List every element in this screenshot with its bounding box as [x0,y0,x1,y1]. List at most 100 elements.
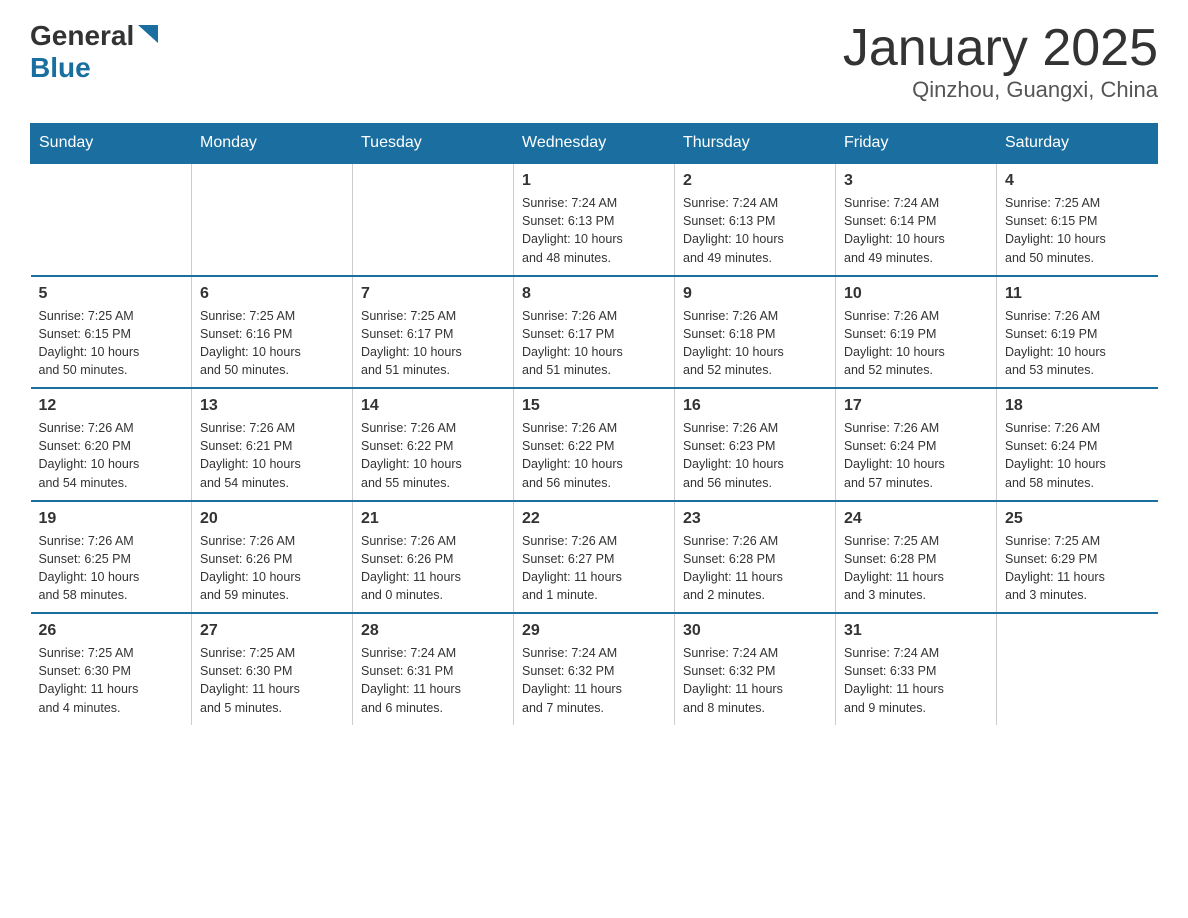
calendar-week-row: 26Sunrise: 7:25 AMSunset: 6:30 PMDayligh… [31,613,1158,725]
calendar-cell: 31Sunrise: 7:24 AMSunset: 6:33 PMDayligh… [836,613,997,725]
day-info: Sunrise: 7:26 AMSunset: 6:18 PMDaylight:… [683,307,827,380]
logo: General Blue [30,20,158,84]
calendar-cell: 19 Sunrise: 7:26 AMSunset: 6:25 PMDayligh… [31,501,192,614]
day-info: Sunrise: 7:26 AMSunset: 6:17 PMDaylight:… [522,307,666,380]
col-thursday: Thursday [675,124,836,164]
calendar-cell: 29 Sunrise: 7:24 AMSunset: 6:32 PMDayligh… [514,613,675,725]
day-number: 23 [683,510,827,528]
page-header: General Blue January 2025 Qinzhou, Guang… [30,20,1158,103]
day-info: Sunrise: 7:26 AMSunset: 6:26 PMDaylight:… [200,532,344,605]
calendar-cell: 10 Sunrise: 7:26 AMSunset: 6:19 PMDayligh… [836,276,997,389]
calendar-week-row: 12 Sunrise: 7:26 AMSunset: 6:20 PMDayligh… [31,388,1158,501]
day-info: Sunrise: 7:26 AMSunset: 6:19 PMDaylight:… [844,307,988,380]
day-number: 27 [200,622,344,640]
day-info: Sunrise: 7:26 AMSunset: 6:21 PMDaylight:… [200,419,344,492]
calendar-week-row: 5Sunrise: 7:25 AMSunset: 6:15 PMDaylight… [31,276,1158,389]
calendar-cell: 24 Sunrise: 7:25 AMSunset: 6:28 PMDayligh… [836,501,997,614]
day-number: 19 [39,510,184,528]
calendar-cell [997,613,1158,725]
day-number: 1 [522,172,666,190]
day-info: Sunrise: 7:26 AMSunset: 6:19 PMDaylight:… [1005,307,1150,380]
day-number: 21 [361,510,505,528]
day-number: 12 [39,397,184,415]
calendar-table: Sunday Monday Tuesday Wednesday Thursday… [30,123,1158,725]
day-info: Sunrise: 7:25 AMSunset: 6:29 PMDaylight:… [1005,532,1150,605]
day-info: Sunrise: 7:26 AMSunset: 6:24 PMDaylight:… [1005,419,1150,492]
calendar-cell: 6Sunrise: 7:25 AMSunset: 6:16 PMDaylight… [192,276,353,389]
calendar-cell: 14Sunrise: 7:26 AMSunset: 6:22 PMDayligh… [353,388,514,501]
calendar-cell [31,163,192,276]
day-number: 30 [683,622,827,640]
day-number: 9 [683,285,827,303]
day-info: Sunrise: 7:26 AMSunset: 6:22 PMDaylight:… [522,419,666,492]
day-info: Sunrise: 7:24 AMSunset: 6:13 PMDaylight:… [683,194,827,267]
calendar-title: January 2025 [843,20,1158,77]
col-monday: Monday [192,124,353,164]
day-number: 16 [683,397,827,415]
day-info: Sunrise: 7:24 AMSunset: 6:32 PMDaylight:… [522,644,666,717]
day-number: 18 [1005,397,1150,415]
logo-blue-text: Blue [30,52,91,83]
calendar-cell: 27 Sunrise: 7:25 AMSunset: 6:30 PMDayligh… [192,613,353,725]
col-tuesday: Tuesday [353,124,514,164]
day-number: 11 [1005,285,1150,303]
day-number: 28 [361,622,505,640]
calendar-cell: 12 Sunrise: 7:26 AMSunset: 6:20 PMDayligh… [31,388,192,501]
day-info: Sunrise: 7:26 AMSunset: 6:28 PMDaylight:… [683,532,827,605]
day-info: Sunrise: 7:26 AMSunset: 6:23 PMDaylight:… [683,419,827,492]
calendar-cell: 17Sunrise: 7:26 AMSunset: 6:24 PMDayligh… [836,388,997,501]
day-info: Sunrise: 7:26 AMSunset: 6:25 PMDaylight:… [39,532,184,605]
day-number: 6 [200,285,344,303]
day-info: Sunrise: 7:25 AMSunset: 6:28 PMDaylight:… [844,532,988,605]
calendar-cell: 18 Sunrise: 7:26 AMSunset: 6:24 PMDayligh… [997,388,1158,501]
calendar-cell: 28 Sunrise: 7:24 AMSunset: 6:31 PMDayligh… [353,613,514,725]
day-info: Sunrise: 7:24 AMSunset: 6:14 PMDaylight:… [844,194,988,267]
day-info: Sunrise: 7:26 AMSunset: 6:27 PMDaylight:… [522,532,666,605]
calendar-cell: 16 Sunrise: 7:26 AMSunset: 6:23 PMDayligh… [675,388,836,501]
day-number: 20 [200,510,344,528]
col-friday: Friday [836,124,997,164]
col-saturday: Saturday [997,124,1158,164]
title-block: January 2025 Qinzhou, Guangxi, China [843,20,1158,103]
calendar-week-row: 1 Sunrise: 7:24 AMSunset: 6:13 PMDaylight… [31,163,1158,276]
day-number: 24 [844,510,988,528]
calendar-header-row: Sunday Monday Tuesday Wednesday Thursday… [31,124,1158,164]
day-number: 2 [683,172,827,190]
calendar-cell: 1 Sunrise: 7:24 AMSunset: 6:13 PMDaylight… [514,163,675,276]
calendar-cell: 11 Sunrise: 7:26 AMSunset: 6:19 PMDayligh… [997,276,1158,389]
day-info: Sunrise: 7:25 AMSunset: 6:17 PMDaylight:… [361,307,505,380]
calendar-cell: 3Sunrise: 7:24 AMSunset: 6:14 PMDaylight… [836,163,997,276]
calendar-cell: 5Sunrise: 7:25 AMSunset: 6:15 PMDaylight… [31,276,192,389]
calendar-cell: 30 Sunrise: 7:24 AMSunset: 6:32 PMDayligh… [675,613,836,725]
logo-general-text: General [30,20,134,52]
col-sunday: Sunday [31,124,192,164]
day-number: 15 [522,397,666,415]
calendar-cell: 13 Sunrise: 7:26 AMSunset: 6:21 PMDayligh… [192,388,353,501]
day-number: 10 [844,285,988,303]
day-number: 8 [522,285,666,303]
day-number: 29 [522,622,666,640]
day-info: Sunrise: 7:25 AMSunset: 6:30 PMDaylight:… [200,644,344,717]
day-number: 5 [39,285,184,303]
day-info: Sunrise: 7:24 AMSunset: 6:33 PMDaylight:… [844,644,988,717]
day-info: Sunrise: 7:24 AMSunset: 6:13 PMDaylight:… [522,194,666,267]
calendar-cell: 4Sunrise: 7:25 AMSunset: 6:15 PMDaylight… [997,163,1158,276]
day-info: Sunrise: 7:25 AMSunset: 6:30 PMDaylight:… [39,644,184,717]
calendar-cell: 8 Sunrise: 7:26 AMSunset: 6:17 PMDaylight… [514,276,675,389]
day-number: 13 [200,397,344,415]
day-info: Sunrise: 7:24 AMSunset: 6:31 PMDaylight:… [361,644,505,717]
day-number: 25 [1005,510,1150,528]
day-number: 7 [361,285,505,303]
calendar-cell: 15 Sunrise: 7:26 AMSunset: 6:22 PMDayligh… [514,388,675,501]
calendar-cell: 22Sunrise: 7:26 AMSunset: 6:27 PMDayligh… [514,501,675,614]
calendar-week-row: 19 Sunrise: 7:26 AMSunset: 6:25 PMDayligh… [31,501,1158,614]
col-wednesday: Wednesday [514,124,675,164]
calendar-subtitle: Qinzhou, Guangxi, China [843,77,1158,103]
calendar-cell: 23 Sunrise: 7:26 AMSunset: 6:28 PMDayligh… [675,501,836,614]
day-number: 4 [1005,172,1150,190]
day-info: Sunrise: 7:24 AMSunset: 6:32 PMDaylight:… [683,644,827,717]
calendar-cell: 20 Sunrise: 7:26 AMSunset: 6:26 PMDayligh… [192,501,353,614]
day-info: Sunrise: 7:26 AMSunset: 6:20 PMDaylight:… [39,419,184,492]
logo-triangle-icon [138,25,158,48]
calendar-cell [192,163,353,276]
